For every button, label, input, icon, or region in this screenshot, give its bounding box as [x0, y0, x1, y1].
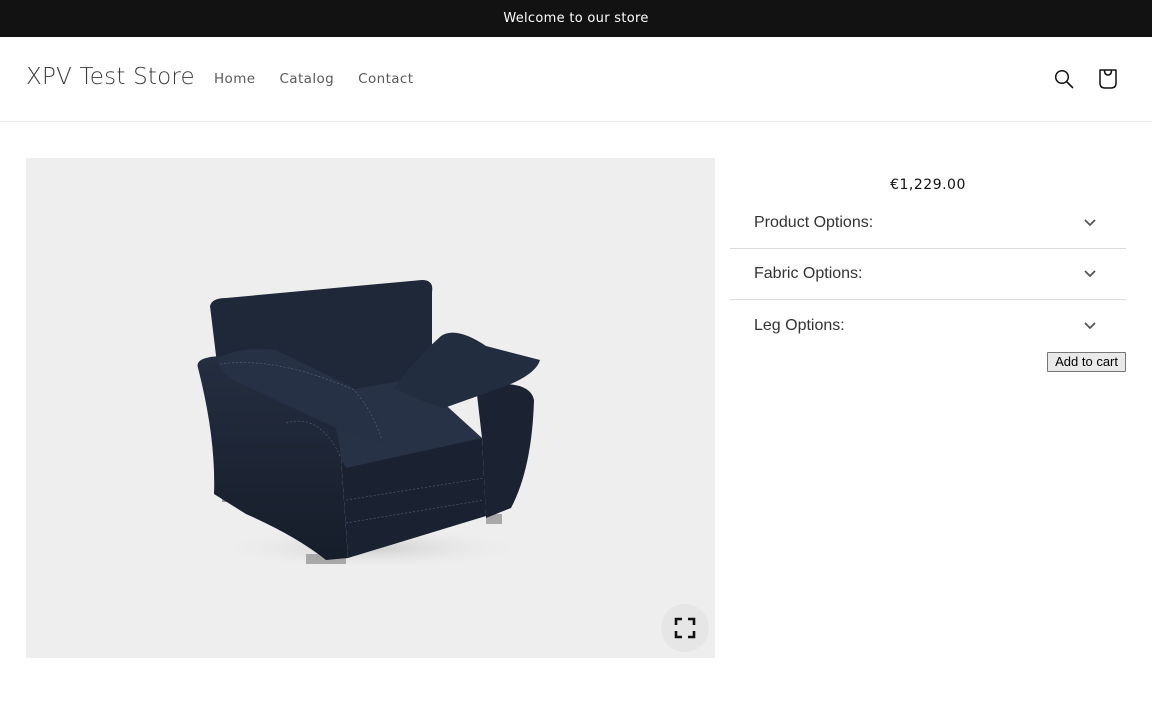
expand-fullscreen-icon	[674, 617, 696, 639]
nav-home[interactable]: Home	[214, 71, 255, 87]
fullscreen-button[interactable]	[661, 604, 709, 652]
product-media[interactable]	[26, 158, 715, 658]
accordion-label: Leg Options:	[754, 316, 845, 334]
accordion-leg-options[interactable]: Leg Options:	[730, 300, 1126, 351]
search-icon	[1054, 69, 1074, 89]
accordion-fabric-options[interactable]: Fabric Options:	[730, 249, 1126, 300]
main-nav: Home Catalog Contact	[214, 71, 437, 87]
product-price: €1,229.00	[890, 177, 966, 193]
cart-bag-icon	[1099, 69, 1117, 89]
search-button[interactable]	[1051, 66, 1077, 92]
accordion-product-options[interactable]: Product Options:	[730, 198, 1126, 249]
armchair-image	[197, 280, 540, 570]
site-header: XPV Test Store Home Catalog Contact	[0, 37, 1152, 122]
accordion-label: Fabric Options:	[754, 265, 863, 282]
nav-catalog[interactable]: Catalog	[279, 71, 334, 87]
announcement-bar: Welcome to our store	[0, 0, 1152, 37]
chevron-down-icon	[1084, 270, 1096, 278]
announcement-text: Welcome to our store	[503, 11, 649, 26]
cart-button[interactable]	[1095, 66, 1121, 92]
options-accordion: Product Options: Fabric Options: Leg Opt…	[730, 198, 1126, 351]
chevron-down-icon	[1084, 321, 1096, 329]
nav-contact[interactable]: Contact	[358, 71, 413, 87]
accordion-label: Product Options:	[754, 214, 874, 231]
chevron-down-icon	[1084, 219, 1096, 227]
add-to-cart-button[interactable]: Add to cart	[1047, 352, 1126, 372]
store-logo[interactable]: XPV Test Store	[26, 64, 195, 90]
